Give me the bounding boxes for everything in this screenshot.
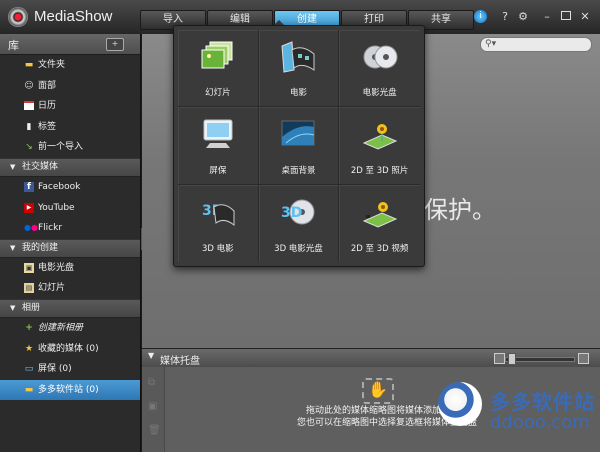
collapse-triangle-icon: ▼ — [10, 303, 16, 312]
watermark: 多多软件站 ddooo.com — [430, 378, 600, 448]
create-option-screensaver[interactable]: 屏保 — [178, 107, 259, 185]
watermark-url: ddooo.com — [490, 412, 590, 433]
sidebar: 库 + ▬ 文件夹 ☺ 面部 日历 ▮ 标签 ↘ 前一个导入 ▼ 社交媒体 f Facebo… — [0, 34, 140, 452]
slider-handle[interactable] — [508, 353, 516, 365]
main-message-text: 保护。 — [424, 196, 496, 224]
app-logo-icon — [8, 7, 28, 27]
facebook-icon: f — [24, 181, 34, 192]
create-option-2d-to-3d-video[interactable]: 2D 至 3D 视频 — [339, 185, 420, 262]
search-input[interactable]: ⚲▾ — [480, 37, 592, 52]
create-option-3d-movie-disc[interactable]: 3D 3D 电影光盘 — [259, 184, 340, 262]
sidebar-item-create-album[interactable]: + 创建新相册 — [0, 318, 140, 339]
create-option-movie[interactable]: 电影 — [258, 30, 340, 108]
tray-save-icon[interactable]: ▣ — [148, 402, 158, 412]
close-button[interactable]: ✕ — [578, 10, 592, 24]
thumbnail-large-icon[interactable] — [578, 353, 589, 364]
library-title: 库 — [8, 39, 19, 52]
disc-icon — [363, 45, 398, 69]
sidebar-item-previous-import[interactable]: ↘ 前一个导入 — [0, 137, 140, 158]
sidebar-item-calendar[interactable]: 日历 — [0, 96, 140, 117]
update-info-icon[interactable]: i — [474, 10, 487, 23]
sidebar-item-flickr[interactable]: ●● Flickr — [0, 218, 140, 239]
sidebar-item-ddooo-album[interactable]: ▬ 多多软件站 (0) — [0, 379, 140, 401]
import-icon: ↘ — [25, 142, 33, 153]
collapse-triangle-icon: ▼ — [10, 243, 16, 252]
app-title: MediaShow — [34, 8, 113, 25]
tray-delete-icon[interactable]: 🗑 — [148, 426, 161, 436]
create-option-3d-movie[interactable]: 3D 3D 电影 — [178, 184, 259, 262]
sidebar-item-slideshow[interactable]: ▤ 幻灯片 — [0, 278, 140, 299]
create-option-desktop-background[interactable]: 桌面背景 — [258, 107, 340, 185]
sidebar-item-folders[interactable]: ▬ 文件夹 — [0, 55, 140, 76]
library-manage-icon[interactable]: + — [106, 38, 124, 51]
help-icon[interactable]: ? — [498, 10, 512, 24]
collapse-triangle-icon: ▼ — [10, 162, 16, 171]
media-tray-title: 媒体托盘 — [160, 356, 200, 367]
plus-icon: + — [25, 322, 33, 333]
monitor-icon — [203, 119, 233, 149]
sidebar-item-movie-disc[interactable]: ▣ 电影光盘 — [0, 258, 140, 279]
sidebar-item-screensaver[interactable]: ▭ 屏保 (0) — [0, 359, 140, 380]
folder-icon: ▬ — [24, 384, 34, 395]
minimize-button[interactable]: – — [540, 10, 554, 24]
watermark-text: 多多软件站 — [490, 390, 595, 414]
folder-icon: ▬ — [24, 60, 34, 70]
my-creations-section-header[interactable]: ▼ 我的创建 — [0, 238, 140, 258]
collapse-triangle-icon: ▼ — [148, 351, 155, 360]
monitor-icon: ▭ — [24, 364, 34, 375]
slideshow-icon: ▤ — [24, 283, 34, 294]
maximize-button[interactable] — [559, 10, 573, 24]
tag-icon: ▮ — [26, 121, 32, 132]
slideshow-icon — [201, 41, 233, 69]
sidebar-item-tags[interactable]: ▮ 标签 — [0, 117, 140, 138]
sidebar-item-facebook[interactable]: f Facebook — [0, 177, 140, 198]
calendar-icon — [24, 101, 34, 111]
sidebar-item-youtube[interactable]: ▶ YouTube — [0, 198, 140, 219]
create-option-slideshow[interactable]: 幻灯片 — [178, 30, 259, 108]
desktop-background-icon — [281, 120, 315, 146]
sidebar-item-faces[interactable]: ☺ 面部 — [0, 76, 140, 97]
movie-disc-icon: ▣ — [24, 262, 34, 273]
library-header: 库 + — [0, 34, 140, 55]
create-menu-popup: 幻灯片 电影 电影光盘 屏保 桌面背景 2D 至 3D 照片 3D 3D 电影 … — [173, 25, 425, 267]
svg-text:3D: 3D — [281, 205, 302, 221]
thumbnail-small-icon[interactable] — [494, 353, 505, 364]
gear-icon[interactable]: ⚙ — [516, 10, 530, 24]
face-icon: ☺ — [24, 80, 34, 91]
3d-movie-icon: 3D — [202, 203, 235, 226]
social-media-section-header[interactable]: ▼ 社交媒体 — [0, 157, 140, 177]
search-icon: ⚲▾ — [485, 39, 497, 49]
albums-section-header[interactable]: ▼ 相册 — [0, 298, 140, 318]
create-option-movie-disc[interactable]: 电影光盘 — [339, 30, 420, 108]
watermark-logo-icon — [438, 382, 482, 426]
tray-add-icon[interactable]: ⧉ — [148, 378, 158, 388]
sidebar-item-favorites[interactable]: ★ 收藏的媒体 (0) — [0, 339, 140, 360]
drag-drop-hand-icon: ✋ — [362, 378, 394, 404]
flickr-icon: ●● — [24, 223, 38, 233]
youtube-icon: ▶ — [24, 202, 34, 213]
3d-photo-icon — [362, 124, 397, 150]
create-option-2d-to-3d-photo[interactable]: 2D 至 3D 照片 — [339, 107, 420, 185]
3d-disc-icon: 3D — [281, 199, 315, 225]
3d-video-icon — [362, 201, 397, 228]
movie-film-icon — [281, 41, 315, 73]
star-icon: ★ — [24, 343, 34, 354]
